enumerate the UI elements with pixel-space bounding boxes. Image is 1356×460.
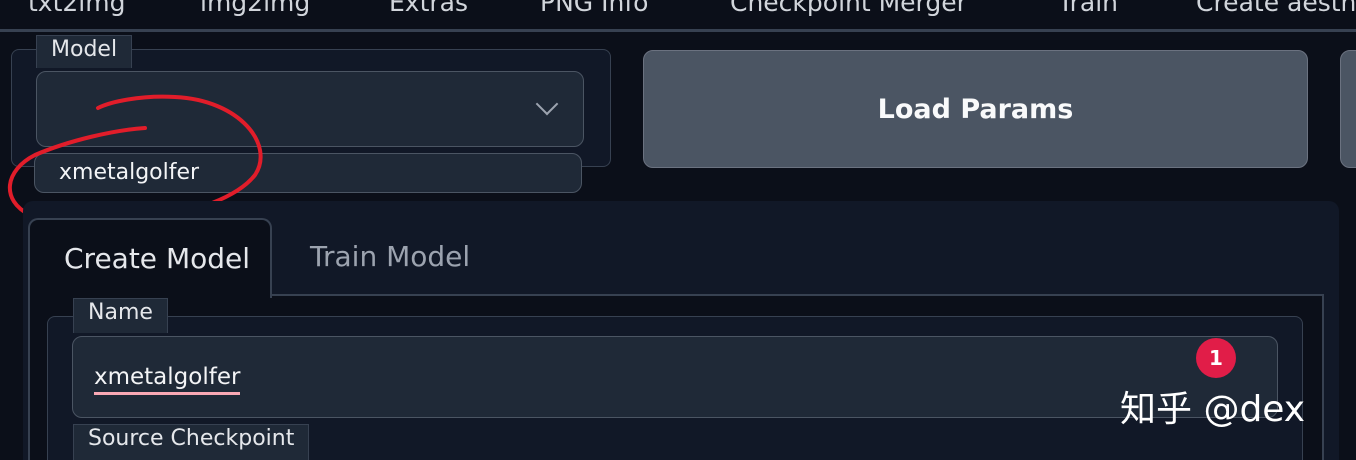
model-label: Model bbox=[36, 35, 133, 68]
nav-tab-checkpoint-merger[interactable]: Checkpoint Merger bbox=[730, 0, 967, 17]
watermark: 知乎 @dex bbox=[1120, 389, 1306, 430]
tab-create-model[interactable]: Create Model bbox=[28, 218, 272, 298]
tab-train-model[interactable]: Train Model bbox=[310, 218, 470, 298]
nav-tab-png-info[interactable]: PNG Info bbox=[540, 0, 648, 17]
model-dropdown[interactable] bbox=[36, 71, 584, 147]
nav-tab-img2img[interactable]: img2img bbox=[200, 0, 310, 17]
nav-tab-train[interactable]: Train bbox=[1058, 0, 1118, 17]
load-params-button[interactable]: Load Params bbox=[643, 50, 1308, 168]
name-label: Name bbox=[73, 298, 168, 333]
name-input-value[interactable]: xmetalgolfer bbox=[94, 363, 241, 395]
nav-tab-extras[interactable]: Extras bbox=[389, 0, 468, 17]
model-selected-value[interactable]: xmetalgolfer bbox=[34, 153, 582, 193]
nav-tab-txt2img[interactable]: txt2img bbox=[28, 0, 125, 17]
offscreen-button[interactable] bbox=[1340, 50, 1356, 168]
source-checkpoint-label: Source Checkpoint bbox=[73, 424, 310, 460]
top-nav: txt2img img2img Extras PNG Info Checkpoi… bbox=[0, 0, 1356, 30]
nav-tab-create-aesthetic[interactable]: Create aesth bbox=[1196, 0, 1356, 17]
chevron-down-icon[interactable] bbox=[535, 92, 559, 116]
nav-divider bbox=[0, 29, 1356, 32]
step-badge: 1 bbox=[1196, 338, 1236, 378]
name-input[interactable] bbox=[72, 336, 1278, 418]
